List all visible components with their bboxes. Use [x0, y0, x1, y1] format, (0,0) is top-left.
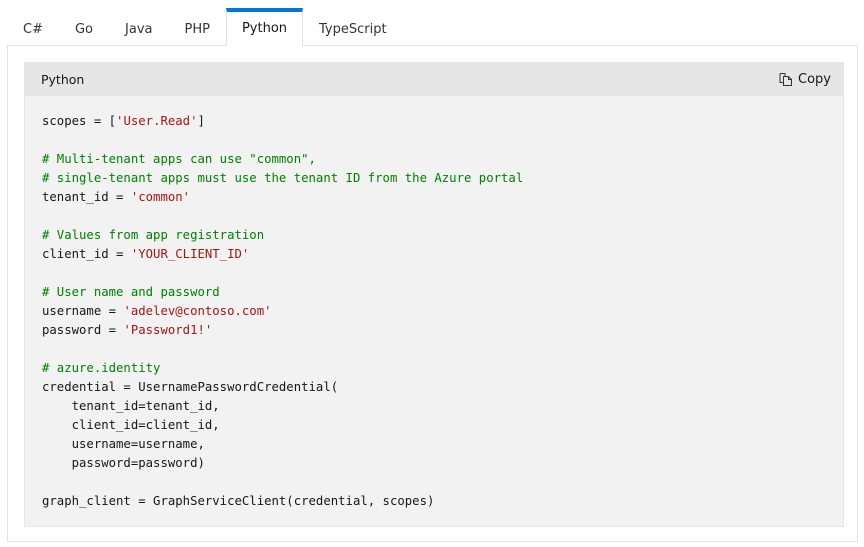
tab-java[interactable]: Java [109, 8, 168, 45]
code-string: 'User.Read' [116, 114, 198, 128]
code-text: ] [197, 114, 205, 128]
code-line: client_id = 'YOUR_CLIENT_ID' [42, 245, 843, 264]
code-line: # single-tenant apps must use the tenant… [42, 169, 843, 188]
code-line: # User name and password [42, 283, 843, 302]
code-text: username=username, [42, 437, 205, 451]
code-comment: # Values from app registration [42, 228, 265, 242]
copy-button[interactable]: Copy [779, 72, 831, 87]
tab-typescript[interactable]: TypeScript [303, 8, 403, 45]
code-line: tenant_id = 'common' [42, 188, 843, 207]
code-text: password = [42, 323, 124, 337]
code-string: 'YOUR_CLIENT_ID' [130, 247, 250, 261]
code-line: username = 'adelev@contoso.com' [42, 302, 843, 321]
code-string: 'common' [130, 190, 191, 204]
code-header: Python Copy [25, 63, 843, 96]
code-text: credential = UsernamePasswordCredential( [42, 380, 339, 394]
code-comment: # Multi-tenant apps can use "common", [42, 152, 316, 166]
code-line: # azure.identity [42, 359, 843, 378]
tab-panel: Python Copy scopes = ['User.Read'] # Mul… [7, 45, 858, 542]
code-text: client_id=client_id, [42, 418, 220, 432]
code-string: 'adelev@contoso.com' [123, 304, 272, 318]
code-line: client_id=client_id, [42, 416, 843, 435]
code-text: scopes = [ [42, 114, 117, 128]
copy-icon [779, 73, 793, 86]
code-text: tenant_id = [42, 190, 131, 204]
code-line: scopes = ['User.Read'] [42, 112, 843, 131]
code-comment: # single-tenant apps must use the tenant… [42, 171, 524, 185]
code-line: # Values from app registration [42, 226, 843, 245]
code-language-label: Python [41, 72, 85, 87]
code-text: tenant_id=tenant_id, [42, 399, 220, 413]
code-line: username=username, [42, 435, 843, 454]
tab-php[interactable]: PHP [168, 8, 225, 45]
code-text: password=password) [42, 456, 205, 470]
language-tabs: C# Go Java PHP Python TypeScript [7, 8, 403, 46]
code-text: graph_client = GraphServiceClient(creden… [42, 494, 435, 508]
code-block: Python Copy scopes = ['User.Read'] # Mul… [24, 62, 844, 527]
code-content: scopes = ['User.Read'] # Multi-tenant ap… [25, 96, 843, 511]
code-string: 'Password1!' [123, 323, 213, 337]
code-line: # Multi-tenant apps can use "common", [42, 150, 843, 169]
code-line: tenant_id=tenant_id, [42, 397, 843, 416]
copy-label: Copy [798, 72, 831, 87]
code-line: password = 'Password1!' [42, 321, 843, 340]
tab-csharp[interactable]: C# [7, 8, 59, 45]
code-text: client_id = [42, 247, 131, 261]
code-comment: # azure.identity [42, 361, 161, 375]
code-comment: # User name and password [42, 285, 220, 299]
code-line: credential = UsernamePasswordCredential( [42, 378, 843, 397]
code-line: password=password) [42, 454, 843, 473]
tab-go[interactable]: Go [59, 8, 109, 45]
code-text: username = [42, 304, 124, 318]
code-line: graph_client = GraphServiceClient(creden… [42, 492, 843, 511]
tab-python[interactable]: Python [225, 8, 304, 46]
